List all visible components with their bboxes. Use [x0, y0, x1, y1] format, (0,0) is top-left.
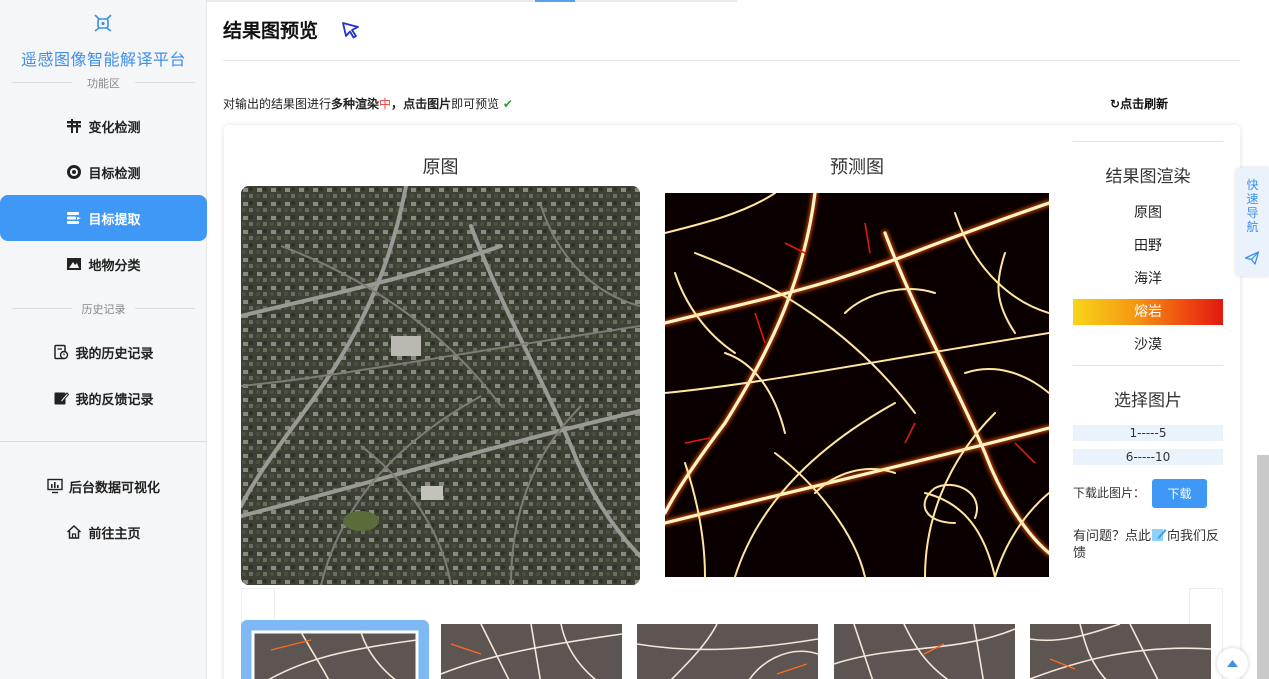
- refresh-icon: ↻: [1110, 97, 1121, 111]
- sidebar-item-label: 前往主页: [88, 526, 141, 542]
- app-root: 遥感图像智能解译平台 功能区 变化检测 目标检测 目标提取 地物分类 历史记录 …: [0, 0, 1269, 679]
- target-detection-icon: [67, 165, 82, 179]
- pointer-cursor-icon: [342, 22, 359, 39]
- sidebar-item-label: 后台数据可视化: [68, 480, 160, 496]
- download-label: 下载此图片：: [1073, 486, 1146, 500]
- quick-nav-panel[interactable]: 快速导航: [1236, 168, 1269, 276]
- scroll-to-top-button[interactable]: [1217, 648, 1248, 679]
- hint-part: 即可预览: [451, 97, 500, 111]
- target-extraction-icon: [67, 212, 82, 224]
- arrow-up-icon: [1227, 660, 1238, 667]
- sidebar: 遥感图像智能解译平台 功能区 变化检测 目标检测 目标提取 地物分类 历史记录 …: [0, 0, 207, 679]
- thumbnail-item-2[interactable]: [441, 624, 622, 679]
- section-label-history: 历史记录: [0, 301, 207, 317]
- refresh-button[interactable]: ↻点击刷新: [1110, 95, 1168, 112]
- history-icon: [54, 344, 69, 360]
- top-accent: [535, 0, 575, 2]
- sidebar-item-label: 目标检测: [88, 166, 141, 182]
- render-option-ocean[interactable]: 海洋: [1073, 266, 1223, 292]
- top-border: [207, 0, 737, 2]
- page-scrollbar[interactable]: [1257, 455, 1269, 679]
- feedback-link[interactable]: 有问题？点此 向我们反馈: [1073, 527, 1223, 562]
- app-title: 遥感图像智能解译平台: [20, 50, 186, 69]
- render-option-desert[interactable]: 沙漠: [1073, 332, 1223, 358]
- quick-nav-label: 快速导航: [1236, 178, 1269, 234]
- sidebar-item-target-extraction[interactable]: 目标提取: [0, 195, 207, 241]
- hint-bold-click: 点击图片: [403, 97, 452, 111]
- sidebar-item-land-classification[interactable]: 地物分类: [0, 241, 207, 287]
- check-icon: ✔: [502, 97, 513, 111]
- render-option-field[interactable]: 田野: [1073, 233, 1223, 259]
- thumbnail-item-1[interactable]: [241, 620, 429, 679]
- home-icon: [67, 524, 82, 539]
- sidebar-item-dashboard[interactable]: 后台数据可视化: [0, 463, 207, 509]
- sidebar-item-target-detection[interactable]: 目标检测: [0, 149, 207, 195]
- download-button[interactable]: 下载: [1152, 479, 1207, 508]
- hint-part: 对输出的结果图进行: [223, 97, 332, 111]
- hint-text: 对输出的结果图进行多种渲染中，点击图片即可预览 ✔: [223, 95, 513, 112]
- image-range-1-5[interactable]: 1-----5: [1073, 425, 1223, 441]
- sidebar-item-my-feedback[interactable]: 我的反馈记录: [0, 375, 207, 421]
- render-option-lava[interactable]: 熔岩: [1073, 299, 1223, 325]
- thumbnail-item-3[interactable]: [637, 624, 818, 679]
- feedback-icon: [54, 392, 70, 405]
- original-satellite-image[interactable]: [241, 186, 640, 585]
- select-image-title: 选择图片: [1114, 391, 1182, 411]
- send-icon[interactable]: [1244, 250, 1260, 266]
- panel-top-rule: [1073, 141, 1223, 142]
- feedback-prefix: 有问题？点此: [1073, 529, 1152, 544]
- sidebar-item-label: 我的历史记录: [75, 346, 154, 362]
- predicted-image-label: 预测图: [830, 157, 884, 178]
- render-option-original[interactable]: 原图: [1073, 200, 1223, 226]
- edit-note-icon: [1152, 529, 1167, 541]
- land-classification-icon: [67, 258, 82, 270]
- page-title: 结果图预览: [223, 20, 319, 42]
- panel-mid-rule: [1073, 365, 1223, 366]
- render-panel-title: 结果图渲染: [1105, 167, 1191, 187]
- sidebar-item-change-detection[interactable]: 变化检测: [0, 103, 207, 149]
- title-divider: [223, 60, 1240, 61]
- sidebar-item-label: 变化检测: [88, 120, 141, 136]
- image-range-6-10[interactable]: 6-----10: [1073, 449, 1223, 465]
- sidebar-item-my-history[interactable]: 我的历史记录: [0, 329, 207, 375]
- sidebar-item-home[interactable]: 前往主页: [0, 509, 207, 555]
- thumbnail-item-5[interactable]: [1030, 624, 1211, 679]
- hint-comma: ，: [391, 97, 404, 111]
- change-detection-icon: [67, 119, 82, 133]
- sidebar-divider: [0, 441, 207, 442]
- original-image-label: 原图: [422, 157, 459, 178]
- quick-nav-text: 快速导航: [1246, 178, 1259, 234]
- dashboard-icon: [47, 478, 63, 494]
- section-label-function: 功能区: [0, 75, 207, 91]
- sidebar-item-label: 目标提取: [88, 212, 141, 228]
- sidebar-item-label: 地物分类: [88, 258, 141, 274]
- refresh-label: 点击刷新: [1120, 97, 1169, 111]
- thumbnail-item-4[interactable]: [834, 624, 1015, 679]
- hint-bold-render: 多种渲染: [331, 97, 380, 111]
- sidebar-item-label: 我的反馈记录: [75, 392, 154, 408]
- hint-red-mark: 中: [379, 97, 392, 111]
- satellite-logo-icon: [94, 14, 112, 32]
- predicted-road-map-image[interactable]: [665, 193, 1049, 577]
